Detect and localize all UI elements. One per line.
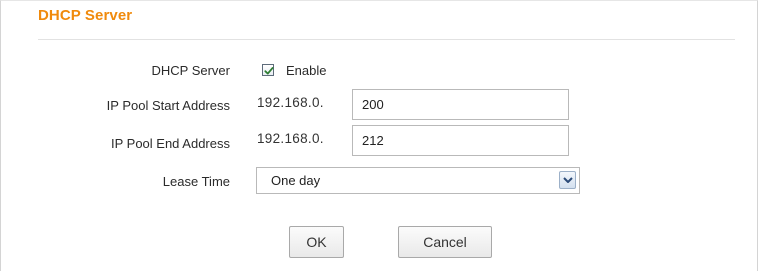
ok-button[interactable]: OK bbox=[289, 226, 344, 258]
enable-label: Enable bbox=[286, 63, 327, 78]
dropdown-button[interactable] bbox=[559, 171, 576, 189]
chevron-down-icon bbox=[563, 177, 573, 183]
pool-end-label: IP Pool End Address bbox=[110, 136, 230, 151]
dhcp-enable-checkbox[interactable] bbox=[262, 64, 274, 76]
pool-start-prefix: 192.168.0. bbox=[257, 95, 324, 110]
cancel-button[interactable]: Cancel bbox=[398, 226, 492, 258]
lease-time-select[interactable]: One day bbox=[256, 167, 580, 194]
lease-time-value: One day bbox=[271, 173, 321, 188]
dhcp-server-label: DHCP Server bbox=[151, 63, 230, 78]
section-divider bbox=[38, 39, 735, 40]
pool-start-input[interactable]: 200 bbox=[352, 89, 569, 120]
section-title: DHCP Server bbox=[38, 7, 133, 24]
pool-start-label: IP Pool Start Address bbox=[106, 98, 230, 113]
pool-end-input[interactable]: 212 bbox=[352, 125, 569, 156]
lease-time-label: Lease Time bbox=[162, 174, 230, 189]
pool-end-prefix: 192.168.0. bbox=[257, 131, 324, 146]
check-icon bbox=[264, 67, 274, 75]
